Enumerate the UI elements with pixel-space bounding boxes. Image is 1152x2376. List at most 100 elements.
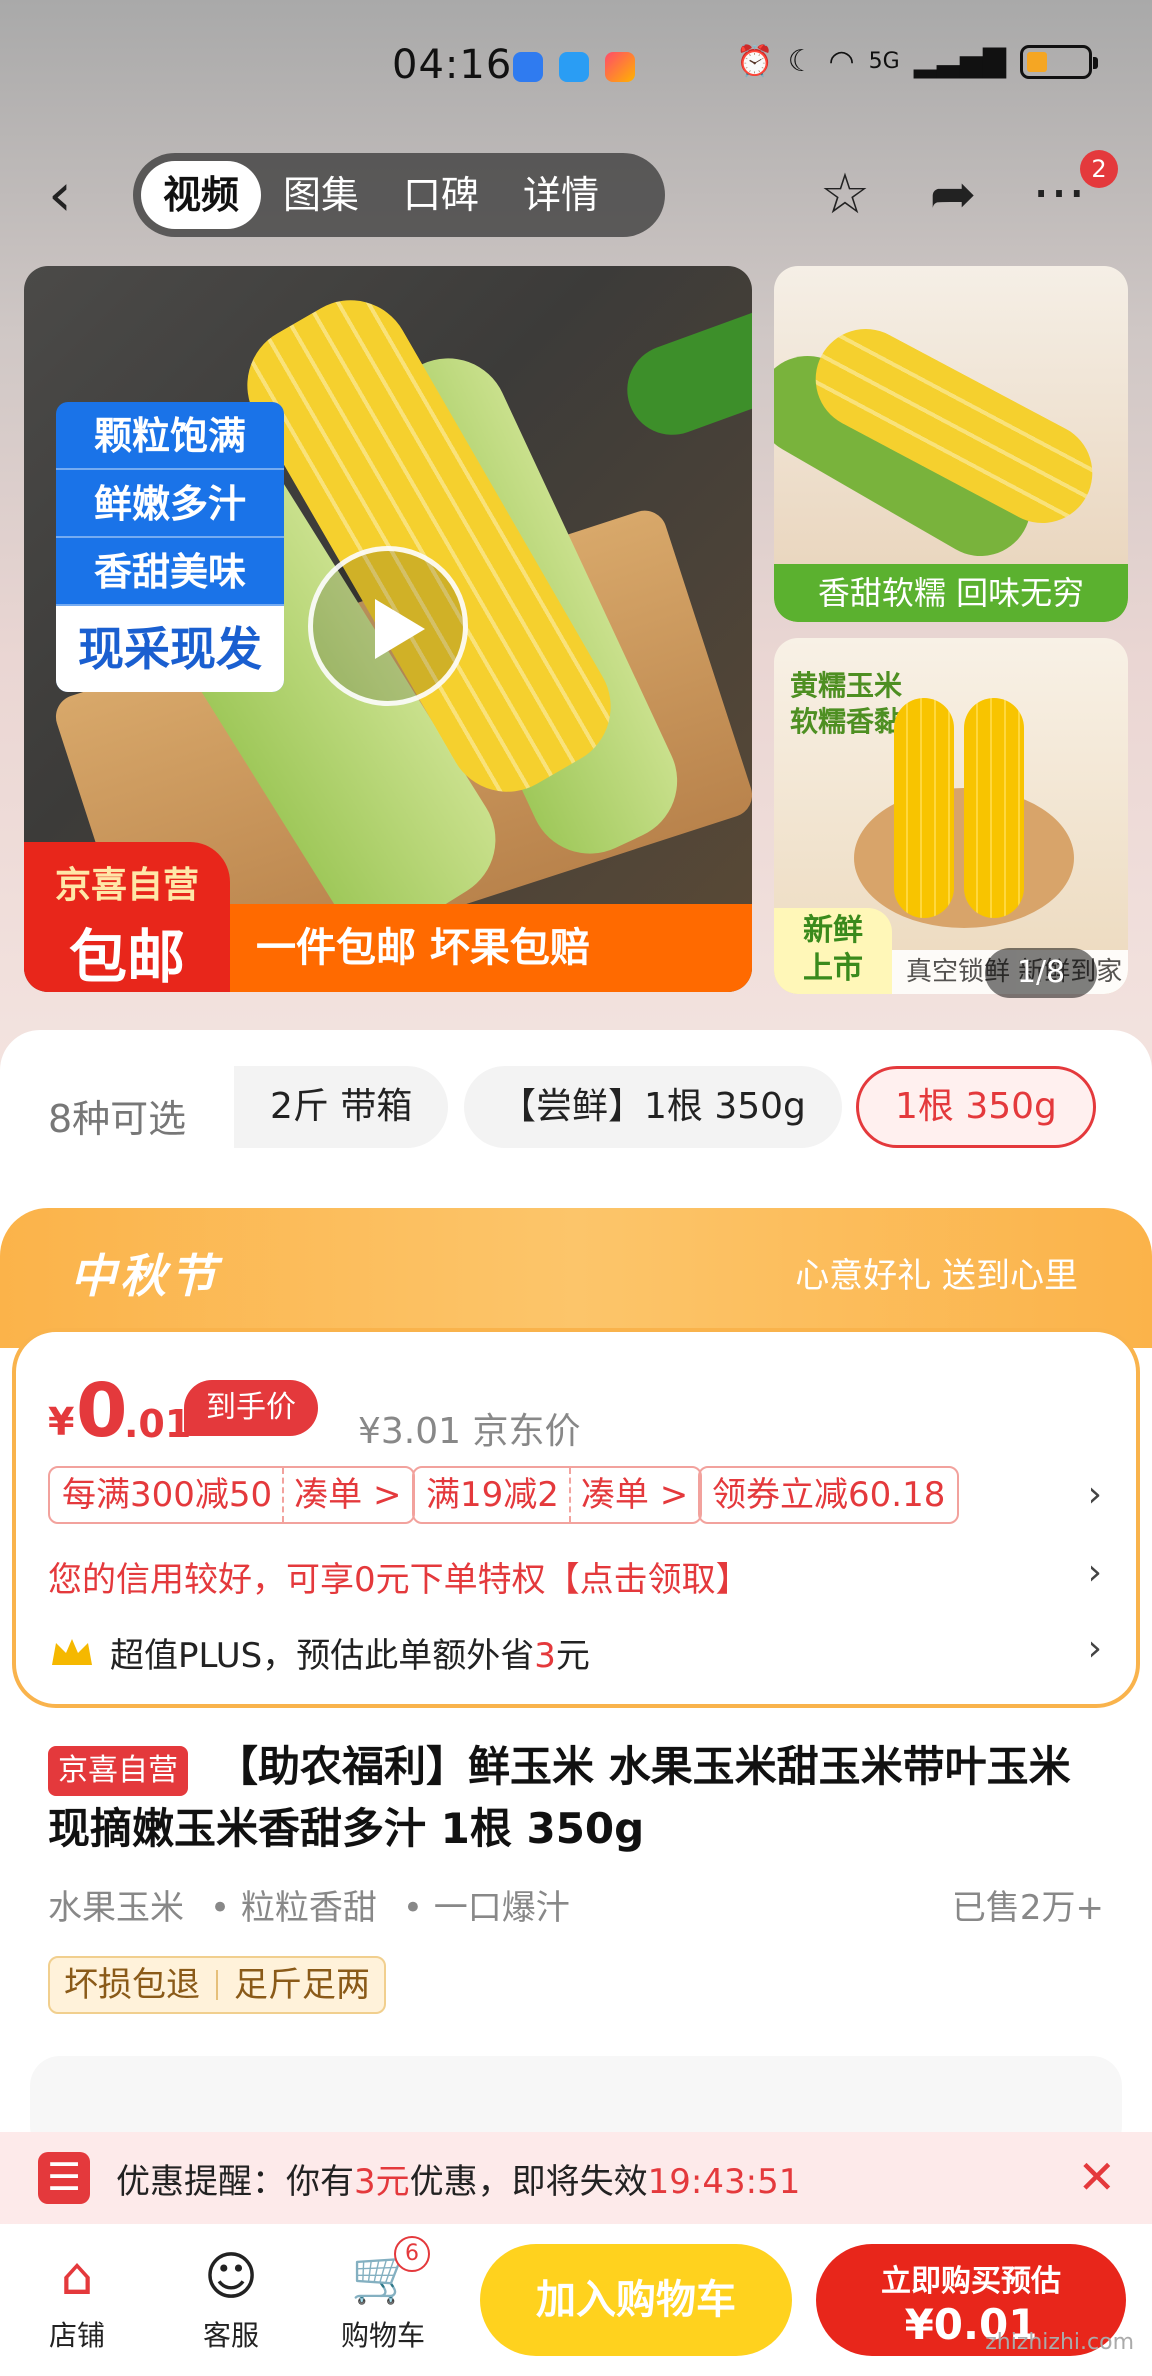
sold-count: 已售2万+ <box>951 1888 1104 1928</box>
promo-reminder[interactable]: ☰ 优惠提醒：你有3元优惠，即将失效19:43:51 ✕ <box>0 2132 1152 2224</box>
promo-amount: 3元 <box>354 2161 410 2202</box>
play-button[interactable] <box>308 546 468 706</box>
image-counter: 1/8 <box>985 948 1097 998</box>
thumb-label: 黄糯玉米 软糯香黏 <box>790 668 902 740</box>
coupon-text: 每满300减50 <box>62 1475 273 1515</box>
feature-label: 颗粒饱满 鲜嫩多汁 香甜美味 现采现发 <box>56 402 284 692</box>
gallery-thumb-2[interactable]: 黄糯玉米 软糯香黏 新鲜 上市 真空锁鲜 新鲜到家 <box>774 638 1128 994</box>
store-icon: ⌂ <box>60 2247 94 2307</box>
shipping-banner: 一件包邮 坏果包赔 <box>230 904 752 992</box>
plus-amount: 3 <box>534 1636 556 1676</box>
credit-privilege-link[interactable]: 您的信用较好，可享0元下单特权【点击领取】 <box>48 1552 750 1601</box>
original-price: ¥3.01 京东价 <box>358 1411 581 1452</box>
feature-line: 鲜嫩多汁 <box>56 470 284 538</box>
price-decimal: .01 <box>124 1402 192 1446</box>
new-arrival-tag: 新鲜 上市 <box>774 908 892 994</box>
gallery-thumb-1[interactable]: 香甜软糯 回味无穷 <box>774 266 1128 622</box>
cart-count-badge: 6 <box>394 2236 430 2272</box>
plus-suffix: 元 <box>555 1636 590 1676</box>
play-icon <box>375 599 425 659</box>
chevron-right-icon[interactable]: › <box>1088 1474 1102 1515</box>
store-label: 店铺 <box>48 2319 105 2352</box>
promo-middle: 优惠，即将失效 <box>409 2161 648 2202</box>
back-icon[interactable]: ‹ <box>48 160 100 230</box>
coupon-text: 满19减2 <box>426 1475 559 1515</box>
new-line1: 新鲜 <box>803 913 863 948</box>
coupon-icon: ☰ <box>38 2152 90 2204</box>
status-time: 04:16 <box>392 42 513 88</box>
status-bar: 04:16 ⏰ ☾ ◠ 5G ▂▃▅▇ <box>0 0 1152 130</box>
guarantee-item: 足斤足两 <box>234 1965 370 2005</box>
variant-option-selected[interactable]: 1根 350g <box>856 1066 1096 1148</box>
app-notification-icon <box>513 52 543 82</box>
variant-option[interactable]: 2斤 带箱 <box>234 1066 449 1148</box>
badge-line2: 包邮 <box>68 923 185 991</box>
promo-prefix: 优惠提醒：你有 <box>116 2161 354 2202</box>
battery-level <box>1027 51 1048 72</box>
battery-icon <box>1020 44 1098 79</box>
product-title: 【助农福利】鲜玉米 水果玉米甜玉米带叶玉米现摘嫩玉米香甜多汁 1根 350g <box>48 1742 1071 1853</box>
status-icons: ⏰ ☾ ◠ 5G ▂▃▅▇ <box>736 44 1098 79</box>
message-badge: 2 <box>1080 150 1118 188</box>
new-line2: 上市 <box>803 951 863 986</box>
thumb-caption: 香甜软糯 回味无穷 <box>774 564 1128 622</box>
corn-cob <box>964 698 1024 918</box>
guarantee-item: 坏损包退 <box>64 1965 200 2005</box>
alarm-icon: ⏰ <box>736 44 774 79</box>
tab-gallery[interactable]: 图集 <box>261 161 381 229</box>
add-to-cart-button[interactable]: 加入购物车 <box>480 2244 792 2356</box>
wifi-icon: ◠ <box>828 44 855 79</box>
thumb-label-line1: 黄糯玉米 <box>790 669 903 702</box>
share-icon[interactable]: ➦ <box>918 160 988 230</box>
service-button[interactable]: ☺ 客服 <box>176 2244 286 2354</box>
coupon-action[interactable]: 凑单 > <box>294 1468 401 1522</box>
fresh-picked-label: 现采现发 <box>56 606 284 692</box>
coupon-action[interactable]: 凑单 > <box>581 1468 688 1522</box>
feature-line: 颗粒饱满 <box>56 402 284 470</box>
chat-icon: ☺ <box>203 2247 259 2307</box>
leaf <box>614 294 752 448</box>
coupon-text: 领券立减60.18 <box>712 1475 946 1515</box>
watermark: zhizhizhi.com <box>985 2330 1134 2355</box>
thumb-label-line2: 软糯香黏 <box>790 705 903 738</box>
price-integer: 0 <box>76 1368 128 1454</box>
coupon-tag[interactable]: 每满300减50 凑单 > <box>48 1466 416 1524</box>
signal-icon: ▂▃▅▇ <box>913 44 1006 79</box>
store-button[interactable]: ⌂ 店铺 <box>22 2244 132 2354</box>
feature-list: 水果玉米 • 粒粒香甜 • 一口爆汁 <box>48 1880 570 1929</box>
feature-item: • 一口爆汁 <box>402 1888 570 1928</box>
network-label: 5G <box>868 49 900 74</box>
app-notification-icon <box>605 52 635 82</box>
festival-title: 中秋节 <box>70 1249 220 1303</box>
close-icon[interactable]: ✕ <box>1077 2150 1116 2204</box>
tab-details[interactable]: 详情 <box>501 161 621 229</box>
chevron-right-icon[interactable]: › <box>1088 1552 1102 1593</box>
buy-label: 立即购买预估 <box>881 2264 1061 2299</box>
tab-reviews[interactable]: 口碑 <box>381 161 501 229</box>
crown-icon <box>52 1638 92 1665</box>
chevron-right-icon[interactable]: › <box>1088 1628 1102 1669</box>
price-currency: ¥ <box>48 1400 75 1444</box>
final-price-tag: 到手价 <box>184 1380 318 1436</box>
coupon-tag[interactable]: 满19减2 凑单 > <box>412 1466 703 1524</box>
feature-line: 香甜美味 <box>56 538 284 606</box>
promo-countdown: 19:43:51 <box>647 2161 801 2202</box>
festival-subtitle: 心意好礼 送到心里 <box>795 1256 1078 1296</box>
star-icon[interactable]: ☆ <box>810 160 880 230</box>
feature-item: • 粒粒香甜 <box>210 1888 377 1928</box>
guarantee-tags[interactable]: 坏损包退 足斤足两 <box>48 1956 386 2014</box>
badge-line1: 京喜自营 <box>54 865 199 906</box>
app-notification-icon <box>559 52 589 82</box>
media-tabs: 视频 图集 口碑 详情 <box>133 153 665 237</box>
service-label: 客服 <box>202 2319 259 2352</box>
plus-prefix: 超值PLUS，预估此单额外省 <box>110 1636 535 1676</box>
variant-count: 8种可选 <box>48 1097 187 1141</box>
feature-item: 水果玉米 <box>48 1888 184 1928</box>
variant-option[interactable]: 【尝鲜】1根 350g <box>464 1066 842 1148</box>
plus-savings-row[interactable]: 超值PLUS，预估此单额外省3元 <box>48 1628 590 1677</box>
moon-icon: ☾ <box>787 44 815 79</box>
coupon-tag[interactable]: 领券立减60.18 <box>698 1466 960 1524</box>
cart-label: 购物车 <box>340 2319 425 2352</box>
tab-video[interactable]: 视频 <box>141 161 262 229</box>
corn-cob <box>894 698 954 918</box>
